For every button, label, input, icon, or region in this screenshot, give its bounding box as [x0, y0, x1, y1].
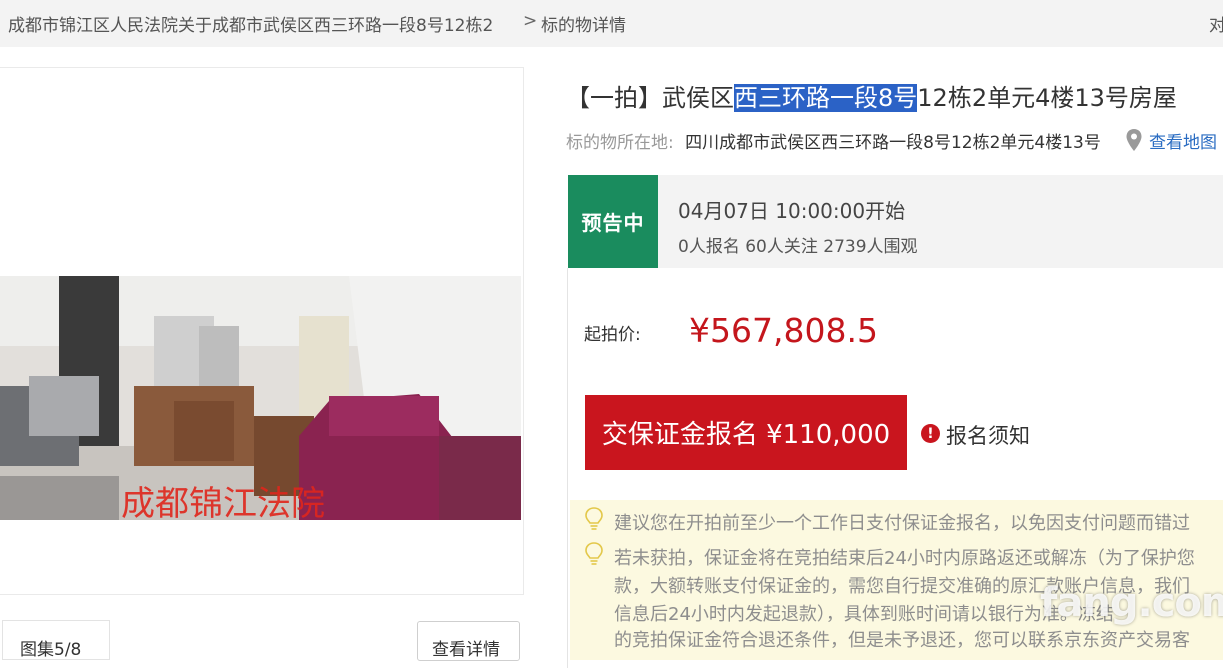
auction-stats: 0人报名 60人关注 2739人围观 — [678, 237, 918, 257]
map-pin-icon[interactable] — [1125, 128, 1143, 152]
tip-refund-line-4: 的竞拍保证金符合退还条件，但是未予退还，您可以联系京东资产交易客 — [614, 630, 1190, 651]
property-photo[interactable]: 成都锦江法院 — [0, 276, 521, 520]
location-label: 标的物所在地: — [566, 133, 674, 153]
breadcrumb-current: 标的物详情 — [541, 16, 626, 36]
photo-watermark-text: 成都锦江法院 — [121, 484, 325, 520]
gallery-count: 图集5/8 — [2, 620, 110, 660]
view-detail-button[interactable]: 查看详情 — [417, 621, 520, 661]
breadcrumb: 成都市锦江区人民法院关于成都市武侯区西三环路一段8号12栋2 > 标的物详情 对 — [0, 0, 1223, 47]
title-suffix: 12栋2单元4楼13号房屋 — [917, 84, 1177, 112]
view-map-link[interactable]: 查看地图 — [1149, 128, 1217, 153]
title-highlight-selection: 西三环路一段8号 — [734, 84, 918, 112]
auction-start-time: 04月07日 10:00:00开始 — [678, 199, 906, 223]
tip-refund-line-3: 信息后24小时内发起退款），具体到账时间请以银行为准。冻结 — [614, 604, 1114, 625]
page-title: 【一拍】武侯区西三环路一段8号12栋2单元4楼13号房屋 — [566, 78, 1177, 113]
site-watermark: fang.com — [1040, 580, 1223, 626]
title-prefix: 【一拍】武侯区 — [566, 84, 734, 112]
registration-notice-link[interactable]: 报名须知 — [946, 420, 1030, 450]
gallery-frame: 成都锦江法院 — [0, 67, 524, 595]
location-value: 四川成都市武侯区西三环路一段8号12栋2单元4楼13号 — [685, 133, 1101, 153]
status-panel: 04月07日 10:00:00开始 0人报名 60人关注 2739人围观 — [658, 175, 1223, 268]
status-badge: 预告中 — [568, 175, 658, 268]
breadcrumb-right-text[interactable]: 对 — [1209, 11, 1223, 36]
start-price-label: 起拍价: — [584, 325, 641, 345]
lightbulb-icon — [585, 507, 603, 530]
tip-refund-line-1: 若未获拍，保证金将在竞拍结束后24小时内原路返还或解冻（为了保护您 — [614, 548, 1195, 569]
exclamation-circle-icon[interactable]: ! — [921, 424, 940, 443]
breadcrumb-court-link[interactable]: 成都市锦江区人民法院关于成都市武侯区西三环路一段8号12栋2 — [8, 11, 493, 36]
tip-deposit-timing: 建议您在开拍前至少一个工作日支付保证金报名，以免因支付问题而错过 — [614, 513, 1190, 534]
start-price-value: ¥567,808.5 — [689, 311, 878, 350]
location-row: 标的物所在地: 四川成都市武侯区西三环路一段8号12栋2单元4楼13号 — [566, 128, 1101, 153]
pay-deposit-register-button[interactable]: 交保证金报名 ¥110,000 — [585, 395, 907, 470]
lightbulb-icon — [585, 542, 603, 565]
breadcrumb-separator: > — [523, 11, 538, 31]
